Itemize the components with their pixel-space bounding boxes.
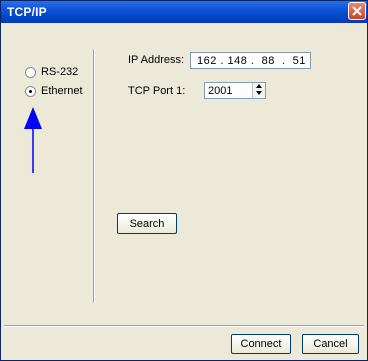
spin-up-button[interactable] <box>253 83 265 90</box>
spin-down-button[interactable] <box>253 90 265 97</box>
ip-address-label: IP Address: <box>128 54 185 66</box>
annotation-arrow-icon <box>24 107 42 173</box>
radio-rs232[interactable]: RS-232 <box>25 66 78 78</box>
ip-address-value: 162 . 148 . 88 . 51 <box>197 54 306 67</box>
cancel-button[interactable]: Cancel <box>302 334 359 354</box>
radio-ethernet-circle[interactable] <box>25 85 36 97</box>
tcp-port-input[interactable]: 2001 <box>204 82 266 99</box>
tcp-port-value: 2001 <box>208 84 233 97</box>
spin-down-icon <box>256 91 262 95</box>
tcpip-dialog: TCP/IP RS-232 Ethernet IP Address: 162 .… <box>0 0 368 361</box>
radio-rs232-circle[interactable] <box>25 66 36 78</box>
title-bar[interactable]: TCP/IP <box>1 1 367 23</box>
ip-address-input[interactable]: 162 . 148 . 88 . 51 <box>190 52 311 69</box>
radio-ethernet-label: Ethernet <box>41 85 83 97</box>
tcp-port-spinner[interactable] <box>252 83 265 98</box>
radio-ethernet[interactable]: Ethernet <box>25 85 83 97</box>
horizontal-divider <box>4 325 364 327</box>
connect-button[interactable]: Connect <box>231 334 291 354</box>
window-title: TCP/IP <box>7 5 47 19</box>
radio-rs232-label: RS-232 <box>41 66 79 78</box>
spin-up-icon <box>256 84 262 88</box>
tcp-port-label: TCP Port 1: <box>128 85 186 97</box>
close-icon <box>352 6 362 16</box>
close-button[interactable] <box>348 2 366 20</box>
search-button[interactable]: Search <box>117 213 177 234</box>
vertical-divider <box>93 49 95 303</box>
